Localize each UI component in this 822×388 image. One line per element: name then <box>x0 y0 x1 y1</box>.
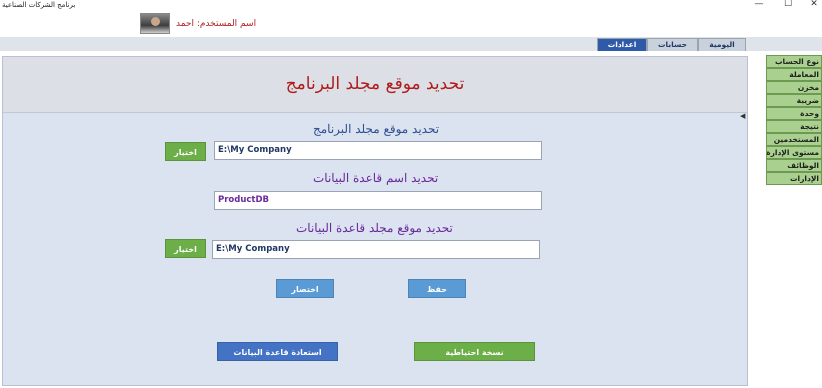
app-header: اسم المستخدم: احمد <box>0 12 822 37</box>
tab-journal[interactable]: اليومية <box>698 38 746 51</box>
close-icon[interactable]: ✕ <box>808 0 820 9</box>
panel-header: تحديد موقع مجلد البرنامج <box>3 57 747 113</box>
program-folder-label: تحديد موقع مجلد البرنامج <box>313 122 440 136</box>
sidebar-item-jobs[interactable]: الوظائف <box>766 159 822 172</box>
program-folder-field[interactable]: E:\My Company <box>214 141 542 160</box>
sidebar-item-departments[interactable]: الإدارات <box>766 172 822 185</box>
app-title: برنامج الشركات الصناعية <box>2 1 76 9</box>
db-name-field[interactable]: ProductDB <box>214 191 542 210</box>
sidebar-item-users[interactable]: المستخدمين <box>766 133 822 146</box>
sidebar-item-account-type[interactable]: نوع الحساب <box>766 55 822 68</box>
tab-settings[interactable]: اعدادات <box>597 38 647 51</box>
db-name-label: تحديد اسم قاعدة البيانات <box>313 171 439 185</box>
sidebar-item-transaction[interactable]: المعاملة <box>766 68 822 81</box>
sidebar-item-management-level[interactable]: مستوى الإدارة <box>766 146 822 159</box>
save-button[interactable]: حفظ <box>408 279 466 298</box>
sidebar-item-tax[interactable]: ضريبة <box>766 94 822 107</box>
tab-accounts[interactable]: حسابات <box>647 38 698 51</box>
db-folder-label: تحديد موقع مجلد قاعدة البيانات <box>296 221 453 235</box>
settings-panel: تحديد موقع مجلد البرنامج تحديد موقع مجلد… <box>2 56 748 386</box>
sidebar-item-warehouse[interactable]: مخزن <box>766 81 822 94</box>
user-name-label: اسم المستخدم: احمد <box>176 19 257 29</box>
db-folder-field[interactable]: E:\My Company <box>212 240 540 259</box>
maximize-icon[interactable]: ☐ <box>782 0 794 9</box>
window-titlebar: برنامج الشركات الصناعية — ☐ ✕ <box>0 0 822 12</box>
browse-db-folder-button[interactable]: اختيار <box>165 239 206 258</box>
backup-button[interactable]: نسخة احتياطية <box>414 342 535 361</box>
restore-database-button[interactable]: استعادة قاعدة البيانات <box>217 342 338 361</box>
shortcut-button[interactable]: اختصار <box>276 279 334 298</box>
settings-sidebar: نوع الحساب المعاملة مخزن ضريبة وحدة نتيج… <box>766 55 822 185</box>
sidebar-item-result[interactable]: نتيجة <box>766 120 822 133</box>
browse-program-folder-button[interactable]: اختيار <box>165 142 206 161</box>
sidebar-item-unit[interactable]: وحدة <box>766 107 822 120</box>
page-title: تحديد موقع مجلد البرنامج <box>285 74 465 94</box>
minimize-icon[interactable]: — <box>753 0 765 9</box>
triangle-left-icon[interactable]: ◀ <box>740 112 745 120</box>
user-avatar <box>140 13 170 34</box>
